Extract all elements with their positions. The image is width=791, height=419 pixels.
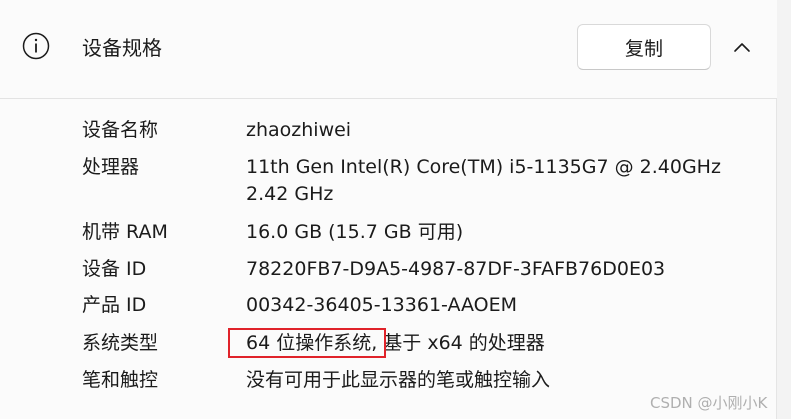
spec-label-device-name: 设备名称: [82, 119, 159, 141]
spec-value-pen-touch: 没有可用于此显示器的笔或触控输入: [246, 369, 551, 391]
info-icon: [22, 32, 50, 60]
spec-value-ram: 16.0 GB (15.7 GB 可用): [246, 221, 464, 243]
spec-value-processor-speed: 2.42 GHz: [246, 183, 334, 205]
device-specifications-card: 设备规格 复制 设备名称 zhaozhiwei 处理器 11th Gen Int…: [0, 0, 777, 419]
spec-label-device-id: 设备 ID: [82, 258, 147, 280]
spec-label-product-id: 产品 ID: [82, 294, 147, 316]
spec-label-system-type: 系统类型: [82, 332, 159, 354]
spec-label-ram: 机带 RAM: [82, 221, 168, 243]
spec-value-device-id: 78220FB7-D9A5-4987-87DF-3FAFB76D0E03: [246, 258, 666, 280]
spec-value-device-name: zhaozhiwei: [246, 119, 352, 141]
chevron-up-icon[interactable]: [732, 40, 752, 54]
spec-value-processor: 11th Gen Intel(R) Core(TM) i5-1135G7 @ 2…: [246, 156, 721, 178]
device-specs-header[interactable]: 设备规格 复制: [0, 0, 777, 99]
copy-button[interactable]: 复制: [577, 24, 711, 70]
spec-label-pen-touch: 笔和触控: [82, 369, 159, 391]
watermark: CSDN @小刚小K: [650, 394, 768, 412]
spec-label-processor: 处理器: [82, 156, 140, 178]
annotation-highlight-box: [228, 328, 386, 358]
section-title: 设备规格: [82, 36, 162, 60]
spec-value-product-id: 00342-36405-13361-AAOEM: [246, 294, 518, 316]
